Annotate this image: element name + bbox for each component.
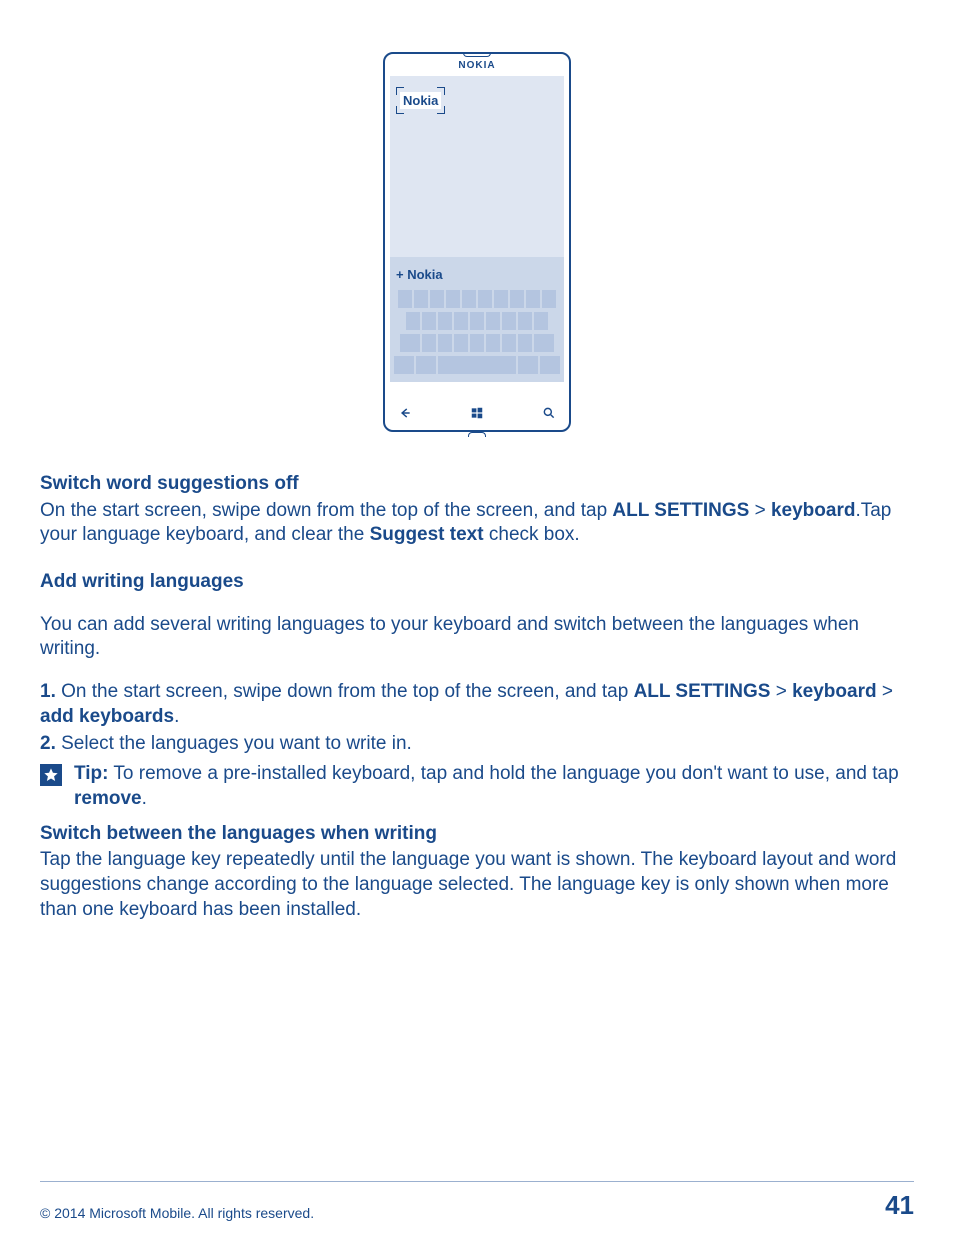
heading-switch-suggestions: Switch word suggestions off xyxy=(40,472,914,497)
keyboard-row-1 xyxy=(394,290,560,308)
phone-brand: NOKIA xyxy=(390,60,564,71)
typed-word: Nokia xyxy=(400,92,441,109)
keyboard-row-2 xyxy=(394,312,560,330)
step-2: 2. Select the languages you want to writ… xyxy=(40,732,914,757)
para-switch-languages: Tap the language key repeatedly until th… xyxy=(40,848,914,922)
plus-icon: + xyxy=(396,267,404,282)
keyboard-row-4 xyxy=(394,356,560,374)
tip-text: Tip: To remove a pre-installed keyboard,… xyxy=(74,762,914,811)
document-body: Switch word suggestions off On the start… xyxy=(40,472,914,922)
phone-frame: NOKIA Nokia + Nokia xyxy=(383,52,571,432)
heading-add-languages: Add writing languages xyxy=(40,570,914,595)
suggestion-row: + Nokia xyxy=(394,261,560,290)
back-icon xyxy=(398,406,412,423)
suggestion-text: Nokia xyxy=(407,267,442,282)
phone-screen: Nokia + Nokia xyxy=(390,76,564,382)
tip-block: Tip: To remove a pre-installed keyboard,… xyxy=(40,762,914,811)
para-switch-suggestions: On the start screen, swipe down from the… xyxy=(40,499,914,548)
star-icon xyxy=(40,764,62,786)
keyboard: + Nokia xyxy=(390,257,564,382)
page-number: 41 xyxy=(885,1190,914,1221)
page-footer: © 2014 Microsoft Mobile. All rights rese… xyxy=(40,1181,914,1221)
keyboard-row-3 xyxy=(394,334,560,352)
heading-switch-languages: Switch between the languages when writin… xyxy=(40,822,914,847)
phone-speaker xyxy=(463,52,491,57)
phone-illustration: NOKIA Nokia + Nokia xyxy=(40,52,914,432)
para-add-languages-intro: You can add several writing languages to… xyxy=(40,613,914,662)
copyright-text: © 2014 Microsoft Mobile. All rights rese… xyxy=(40,1205,314,1221)
search-icon xyxy=(542,406,556,423)
step-1: 1. On the start screen, swipe down from … xyxy=(40,680,914,729)
typed-word-text: Nokia xyxy=(403,93,438,108)
windows-icon xyxy=(470,406,484,423)
phone-navbar xyxy=(390,400,564,428)
phone-home-notch xyxy=(468,432,486,437)
